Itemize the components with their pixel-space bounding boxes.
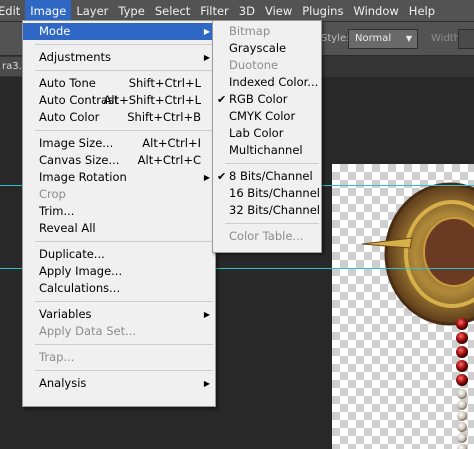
- menu-item-image-size[interactable]: Image Size... Alt+Ctrl+I: [23, 135, 215, 152]
- image-menu: Mode ▶ Adjustments ▶ Auto Tone Shift+Ctr…: [22, 20, 216, 407]
- menu-item-duplicate[interactable]: Duplicate...: [23, 246, 215, 263]
- menu-type[interactable]: Type: [113, 0, 149, 22]
- menu-separator: [35, 130, 213, 131]
- menu-item-trim[interactable]: Trim...: [23, 203, 215, 220]
- menu-item-bitmap: Bitmap: [229, 24, 271, 38]
- style-select[interactable]: Normal ▼: [348, 29, 418, 49]
- variables-label: Variables: [39, 307, 92, 321]
- menu-item-color-table: Color Table...: [229, 229, 304, 243]
- menu-item-adjustments[interactable]: Adjustments ▶: [23, 49, 215, 66]
- auto-tone-shortcut: Shift+Ctrl+L: [128, 76, 201, 90]
- menu-select[interactable]: Select: [150, 0, 195, 22]
- analysis-label: Analysis: [39, 376, 87, 390]
- submenu-arrow-icon: ▶: [203, 379, 210, 388]
- menu-plugins[interactable]: Plugins: [297, 0, 348, 22]
- menu-item-calculations[interactable]: Calculations...: [23, 280, 215, 297]
- image-rotation-label: Image Rotation: [39, 170, 127, 184]
- menu-item-image-rotation[interactable]: Image Rotation ▶: [23, 169, 215, 186]
- image-size-shortcut: Alt+Ctrl+I: [142, 136, 201, 150]
- menu-item-cmyk-color[interactable]: CMYK Color: [213, 108, 321, 125]
- menu-item-apply-data-set: Apply Data Set...: [39, 324, 137, 338]
- submenu-arrow-icon: ▶: [203, 173, 210, 182]
- menu-separator: [225, 223, 319, 224]
- menu-bar: Edit Image Layer Type Select Filter 3D V…: [0, 0, 474, 22]
- auto-tone-label: Auto Tone: [39, 76, 96, 90]
- submenu-arrow-icon: ▶: [203, 27, 210, 36]
- menu-layer[interactable]: Layer: [71, 0, 113, 22]
- menu-window[interactable]: Window: [348, 0, 403, 22]
- menu-item-multichannel[interactable]: Multichannel: [213, 142, 321, 159]
- canvas-size-shortcut: Alt+Ctrl+C: [137, 153, 201, 167]
- menu-separator: [35, 44, 213, 45]
- menu-item-auto-color[interactable]: Auto Color Shift+Ctrl+B: [23, 109, 215, 126]
- menu-item-auto-contrast[interactable]: Auto Contrast Alt+Shift+Ctrl+L: [23, 92, 215, 109]
- menu-3d[interactable]: 3D: [234, 0, 260, 22]
- menu-separator: [35, 344, 213, 345]
- menu-separator: [35, 301, 213, 302]
- menu-edit[interactable]: Edit: [0, 0, 25, 22]
- rgb-color-label: RGB Color: [229, 92, 288, 106]
- menu-separator: [35, 241, 213, 242]
- jewelry-image: [361, 182, 474, 449]
- adjustments-label: Adjustments: [39, 50, 112, 64]
- menu-view[interactable]: View: [260, 0, 297, 22]
- menu-item-reveal-all[interactable]: Reveal All: [23, 220, 215, 237]
- menu-separator: [35, 370, 213, 371]
- menu-item-canvas-size[interactable]: Canvas Size... Alt+Ctrl+C: [23, 152, 215, 169]
- menu-separator: [225, 163, 319, 164]
- submenu-arrow-icon: ▶: [203, 310, 210, 319]
- auto-color-label: Auto Color: [39, 110, 100, 124]
- menu-item-16-bits[interactable]: 16 Bits/Channel: [213, 185, 321, 202]
- 8-bits-label: 8 Bits/Channel: [229, 169, 313, 183]
- image-size-label: Image Size...: [39, 136, 114, 150]
- chevron-down-icon: ▼: [405, 34, 412, 43]
- mode-label: Mode: [39, 24, 71, 38]
- menu-item-apply-image[interactable]: Apply Image...: [23, 263, 215, 280]
- menu-separator: [35, 70, 213, 71]
- menu-filter[interactable]: Filter: [195, 0, 233, 22]
- menu-item-variables[interactable]: Variables ▶: [23, 306, 215, 323]
- menu-item-grayscale[interactable]: Grayscale: [213, 40, 321, 57]
- width-input[interactable]: [458, 29, 474, 49]
- menu-item-crop: Crop: [39, 187, 66, 201]
- menu-item-trap: Trap...: [39, 350, 75, 364]
- submenu-arrow-icon: ▶: [203, 53, 210, 62]
- menu-item-auto-tone[interactable]: Auto Tone Shift+Ctrl+L: [23, 75, 215, 92]
- auto-contrast-shortcut: Alt+Shift+Ctrl+L: [103, 93, 202, 107]
- menu-item-rgb-color[interactable]: ✔ RGB Color: [213, 91, 321, 108]
- mode-submenu: Bitmap Grayscale Duotone Indexed Color..…: [212, 20, 322, 253]
- menu-item-indexed-color[interactable]: Indexed Color...: [213, 74, 321, 91]
- style-label: Style:: [321, 33, 350, 44]
- menu-item-mode[interactable]: Mode ▶: [23, 23, 215, 40]
- menu-item-8-bits[interactable]: ✔ 8 Bits/Channel: [213, 168, 321, 185]
- canvas-size-label: Canvas Size...: [39, 153, 120, 167]
- menu-item-analysis[interactable]: Analysis ▶: [23, 375, 215, 392]
- checkmark-icon: ✔: [217, 93, 227, 106]
- menu-item-32-bits[interactable]: 32 Bits/Channel: [213, 202, 321, 219]
- menu-image[interactable]: Image: [25, 0, 72, 22]
- style-value: Normal: [355, 33, 392, 44]
- menu-item-duotone: Duotone: [229, 58, 279, 72]
- menu-item-lab-color[interactable]: Lab Color: [213, 125, 321, 142]
- auto-color-shortcut: Shift+Ctrl+B: [127, 110, 201, 124]
- checkmark-icon: ✔: [217, 170, 227, 183]
- menu-help[interactable]: Help: [404, 0, 440, 22]
